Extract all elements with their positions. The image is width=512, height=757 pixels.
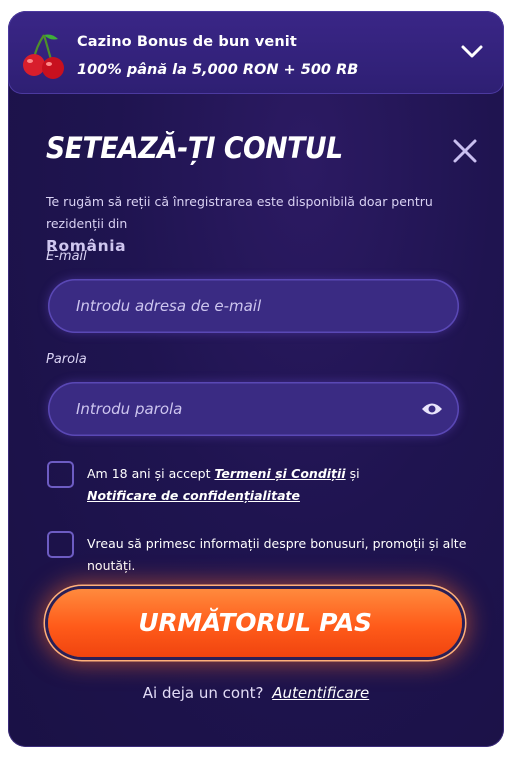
password-field[interactable]: Introdu parola <box>48 382 459 436</box>
terms-text: Am 18 ani și accept Termeni și Condiții … <box>87 463 360 507</box>
registration-modal: Cazino Bonus de bun venit 100% până la 5… <box>8 11 504 747</box>
privacy-link[interactable]: Notificare de confidențialitate <box>87 488 300 503</box>
signin-row: Ai deja un cont? Autentificare <box>8 684 504 702</box>
next-step-button[interactable]: URMĂTORUL PAS <box>48 589 462 657</box>
signin-prompt: Ai deja un cont? <box>142 684 264 702</box>
cherry-icon <box>23 34 64 79</box>
bonus-title: Cazino Bonus de bun venit <box>77 34 297 50</box>
marketing-checkbox[interactable] <box>47 531 74 558</box>
email-label: E-mail <box>46 249 87 264</box>
terms-link[interactable]: Termeni și Condiții <box>214 466 345 481</box>
bonus-banner[interactable]: Cazino Bonus de bun venit 100% până la 5… <box>8 11 504 94</box>
terms-and: și <box>349 466 360 481</box>
password-label: Parola <box>46 352 87 367</box>
email-field[interactable]: Introdu adresa de e-mail <box>48 279 459 333</box>
signin-link[interactable]: Autentificare <box>272 684 369 702</box>
chevron-down-icon[interactable] <box>460 43 484 61</box>
close-icon[interactable] <box>452 138 478 164</box>
page-title: SETEAZĂ-ȚI CONTUL <box>46 131 343 165</box>
terms-checkbox[interactable] <box>47 461 74 488</box>
terms-prefix: Am 18 ani și accept <box>87 466 211 481</box>
password-placeholder: Introdu parola <box>76 400 183 418</box>
residency-notice: Te rugăm să reții că înregistrarea este … <box>46 191 476 258</box>
bonus-offer: 100% până la 5,000 RON + 500 RB <box>77 62 359 78</box>
email-placeholder: Introdu adresa de e-mail <box>76 297 262 315</box>
notice-text: Te rugăm să reții că înregistrarea este … <box>46 194 433 231</box>
marketing-text: Vreau să primesc informații despre bonus… <box>87 536 467 573</box>
eye-icon[interactable] <box>421 399 443 419</box>
